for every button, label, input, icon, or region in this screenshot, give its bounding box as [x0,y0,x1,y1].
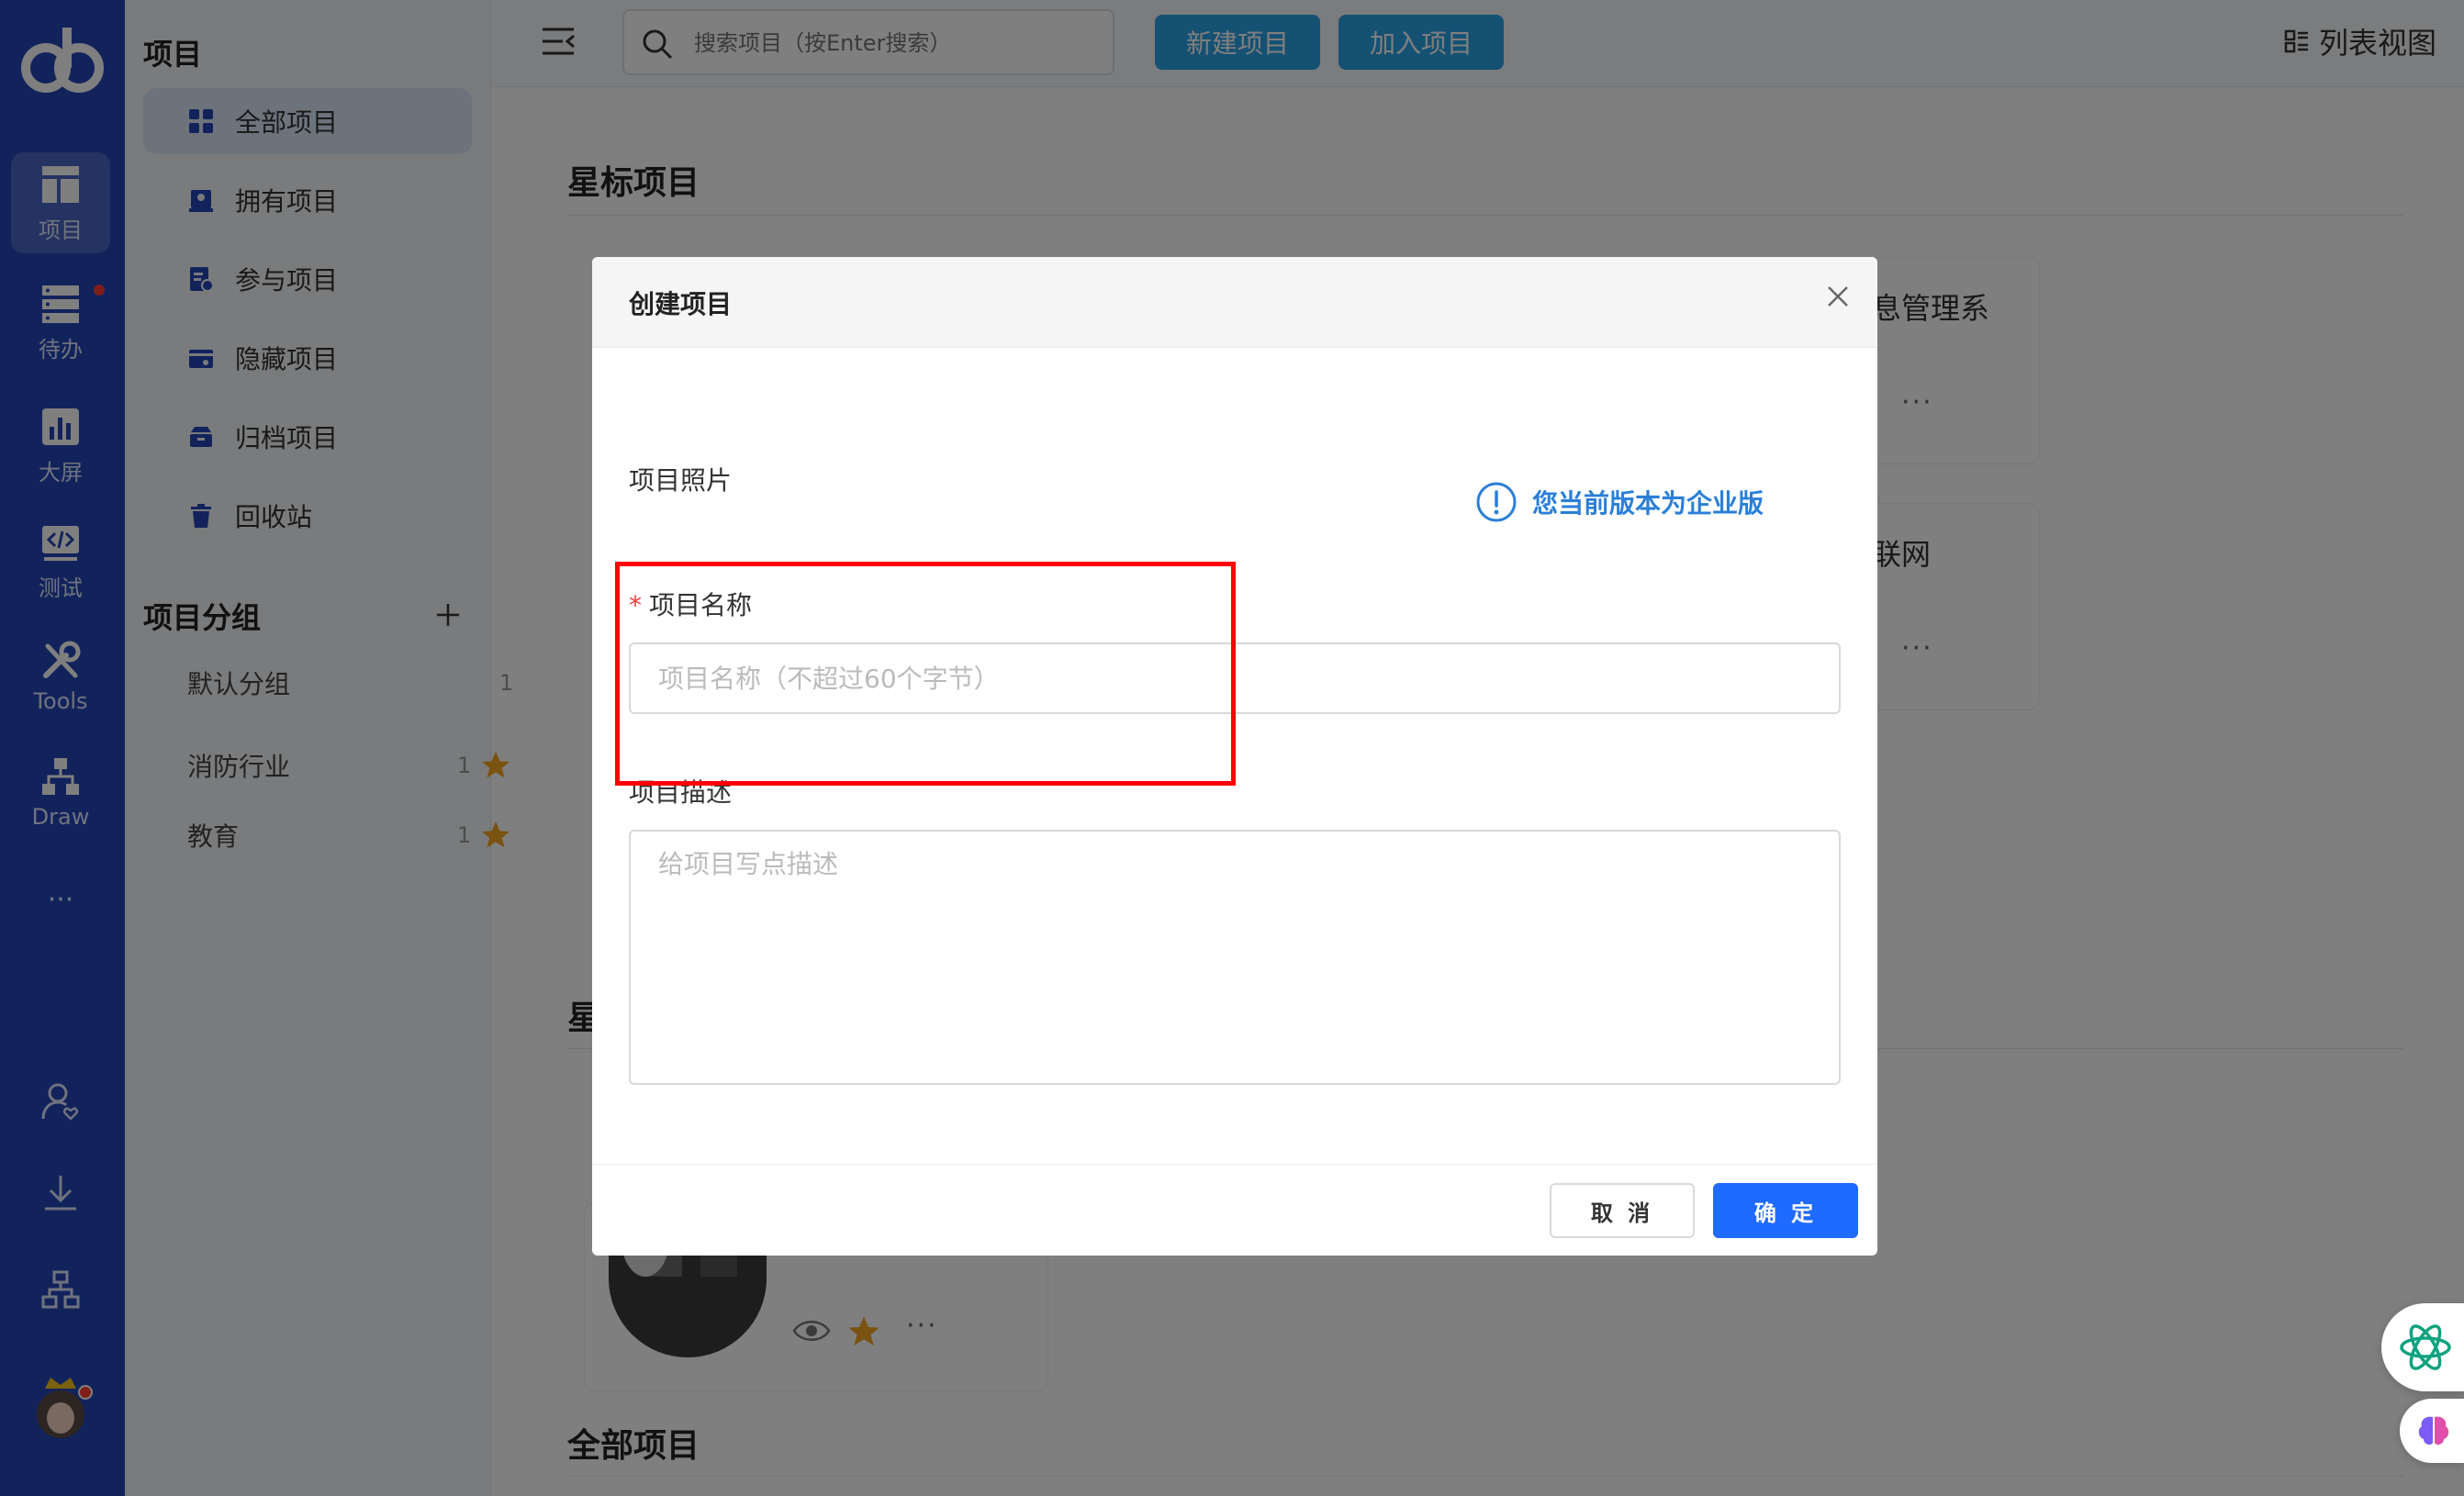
project-name-input[interactable] [629,642,1841,714]
project-photo-label: 项目照片 [629,465,733,496]
project-name-label: * 项目名称 [629,586,752,622]
project-name-label-text: 项目名称 [649,590,753,620]
info-icon [1476,482,1517,522]
edition-notice: 您当前版本为企业版 [1475,481,1764,523]
close-icon[interactable] [1822,281,1854,312]
required-mark: * [629,590,642,620]
project-description-label: 项目描述 [629,777,733,808]
dialog-title: 创建项目 [629,289,733,319]
ai-assistant-button[interactable] [2381,1303,2464,1391]
ai-brain-button[interactable] [2400,1399,2464,1463]
ai-knot-icon [2400,1324,2451,1370]
cancel-button[interactable]: 取 消 [1550,1183,1695,1238]
confirm-button[interactable]: 确 定 [1713,1183,1858,1238]
dialog-header: 创建项目 [592,257,1877,348]
create-project-dialog: 创建项目 项目照片 您当前版本为企业版 *项目名称 项目描述 取 消 确 定 [592,257,1877,1256]
project-description-input[interactable] [629,830,1841,1085]
brain-icon [2418,1416,2449,1446]
dialog-footer-divider [592,1164,1877,1165]
edition-notice-text: 您当前版本为企业版 [1532,488,1764,519]
